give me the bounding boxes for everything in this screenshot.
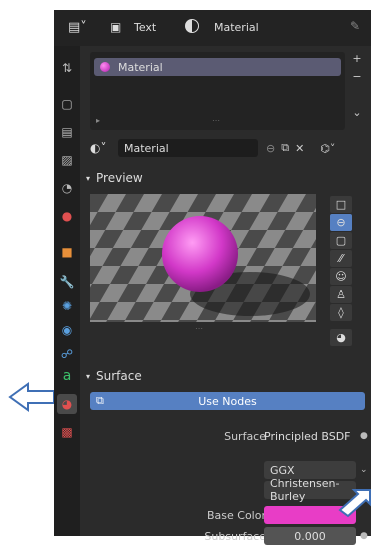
annotation-arrow-right-icon bbox=[338, 489, 371, 518]
properties-tabs: ⇅ ▢ ▤ ▨ ◔ ● ■ 🔧 ✺ ◉ ☍ a ◕ ▩ bbox=[54, 46, 80, 536]
preview-panel-header[interactable]: ▾ Preview bbox=[86, 168, 143, 188]
material-slot-list: Material ▸ ⋯ bbox=[90, 52, 345, 130]
browse-slot-icon[interactable]: ⌬˅ bbox=[320, 142, 335, 155]
texture-tab-icon[interactable]: ▩ bbox=[57, 422, 77, 442]
collapse-arrow-icon: ▾ bbox=[86, 371, 91, 381]
object-tab-icon[interactable]: ■ bbox=[57, 242, 77, 262]
material-selector-row: ◐˅ Material ⊖ ⧉ ✕ ⌬˅ bbox=[90, 138, 348, 158]
view-layer-tab-icon[interactable]: ▨ bbox=[57, 150, 77, 170]
preview-type-buttons: □ ⊖ ▢ ⁄⁄ ☺ ♙ ◊ ◕ bbox=[330, 196, 354, 354]
remove-slot-icon[interactable]: − bbox=[348, 70, 366, 88]
modifier-tab-icon[interactable]: 🔧 bbox=[57, 272, 77, 292]
preview-hair-icon[interactable]: ⁄⁄ bbox=[330, 250, 352, 267]
render-tab-icon[interactable]: ▢ bbox=[57, 94, 77, 114]
surface-label: Surface bbox=[224, 429, 266, 443]
surface-panel-header[interactable]: ▾ Surface bbox=[86, 366, 142, 386]
preview-sphere-icon[interactable]: ⊖ bbox=[330, 214, 352, 231]
material-slot-item[interactable]: Material bbox=[94, 58, 341, 76]
preview-cube-icon[interactable]: ▢ bbox=[330, 232, 352, 249]
physics-tab-icon[interactable]: ◉ bbox=[57, 320, 77, 340]
add-slot-icon[interactable]: + bbox=[348, 52, 366, 70]
subsurface-row: Subsurface 0.000 ● bbox=[80, 526, 371, 546]
blender-properties-editor: ▤˅ ▣ Text Material ✎ ⇅ ▢ ▤ ▨ ◔ ● ■ 🔧 ✺ ◉… bbox=[54, 10, 371, 545]
surface-shader-row: Surface Principled BSDF ● bbox=[80, 426, 371, 446]
subsurface-method-row: Christensen-Burley ⌄ bbox=[80, 477, 371, 503]
material-sphere-icon bbox=[100, 62, 110, 72]
preview-flat-icon[interactable]: □ bbox=[330, 196, 352, 213]
unlink-material-icon[interactable]: ✕ bbox=[295, 142, 304, 155]
scene-tab-icon[interactable]: ◔ bbox=[57, 178, 77, 198]
surface-shader-dropdown[interactable]: Principled BSDF bbox=[264, 427, 356, 445]
duplicate-material-icon[interactable]: ⧉ bbox=[281, 141, 289, 155]
preview-world-icon[interactable]: ◕ bbox=[330, 329, 352, 346]
material-name-field[interactable]: Material bbox=[118, 139, 258, 157]
preview-render bbox=[90, 194, 316, 322]
link-socket-icon[interactable]: ● bbox=[360, 531, 368, 541]
node-tree-icon: ⧉ bbox=[96, 394, 104, 407]
slot-specials-icon[interactable]: ⌄ bbox=[348, 106, 366, 119]
material-icon bbox=[185, 19, 199, 33]
text-object-icon: ▣ bbox=[110, 20, 122, 34]
tool-tab-icon[interactable]: ⇅ bbox=[57, 58, 77, 78]
editor-type-icon[interactable]: ▤˅ bbox=[68, 20, 87, 35]
collapse-arrow-icon: ▾ bbox=[86, 173, 91, 183]
base-color-label: Base Color bbox=[206, 508, 266, 522]
constraints-tab-icon[interactable]: ☍ bbox=[57, 344, 77, 364]
preview-cloth-icon[interactable]: ♙ bbox=[330, 286, 352, 303]
link-socket-icon[interactable]: ● bbox=[360, 431, 368, 441]
use-nodes-button[interactable]: ⧉ Use Nodes bbox=[90, 392, 365, 410]
particles-tab-icon[interactable]: ✺ bbox=[57, 296, 77, 316]
output-tab-icon[interactable]: ▤ bbox=[57, 122, 77, 142]
preview-fluid-icon[interactable]: ◊ bbox=[330, 304, 352, 321]
fake-user-icon[interactable]: ⊖ bbox=[266, 142, 275, 155]
material-tab-icon[interactable]: ◕ bbox=[57, 394, 77, 414]
world-tab-icon[interactable]: ● bbox=[57, 206, 77, 226]
preview-monkey-icon[interactable]: ☺ bbox=[330, 268, 352, 285]
browse-material-icon[interactable]: ◐˅ bbox=[90, 141, 118, 155]
properties-main: Material ▸ ⋯ + − ⌄ ◐˅ Material ⊖ ⧉ ✕ ⌬˅ … bbox=[80, 46, 371, 545]
list-expand-icon[interactable]: ▸ bbox=[96, 116, 100, 125]
object-tab-label[interactable]: Text bbox=[134, 21, 156, 34]
data-tab-icon[interactable]: a bbox=[57, 366, 77, 386]
material-slot-label: Material bbox=[118, 60, 163, 74]
pin-icon[interactable]: ✎ bbox=[350, 19, 360, 33]
slot-side-buttons: + − ⌄ bbox=[348, 52, 366, 124]
material-tab-label[interactable]: Material bbox=[214, 21, 259, 34]
material-preview bbox=[90, 194, 316, 322]
annotation-arrow-left-icon bbox=[8, 382, 55, 412]
subsurface-value-field[interactable]: 0.000 bbox=[264, 527, 356, 545]
chevron-down-icon: ⌄ bbox=[360, 465, 368, 475]
list-resize-handle[interactable]: ⋯ bbox=[212, 116, 220, 125]
preview-resize-handle[interactable]: ⋯ bbox=[195, 324, 203, 333]
properties-header: ▤˅ ▣ Text Material ✎ bbox=[54, 10, 371, 46]
subsurface-label: Subsurface bbox=[204, 529, 266, 543]
base-color-row: Base Color bbox=[80, 505, 371, 525]
